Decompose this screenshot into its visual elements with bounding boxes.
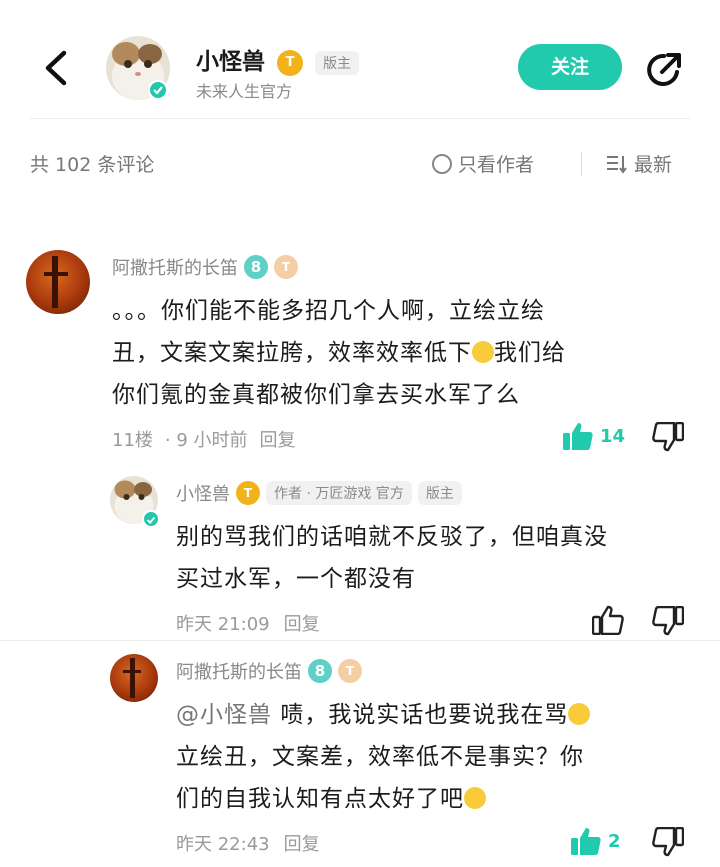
level-badge: T bbox=[277, 49, 304, 76]
only-author-label: 只看作者 bbox=[458, 154, 535, 176]
sort-icon bbox=[607, 155, 627, 174]
reply-meta: 昨天 21:09 回复 bbox=[176, 610, 320, 636]
level-8-badge: 8 bbox=[308, 659, 332, 683]
level-badge: T bbox=[236, 481, 260, 505]
thumbs-down-icon[interactable] bbox=[652, 827, 684, 857]
moderator-tag: 版主 bbox=[315, 50, 360, 75]
mention-link[interactable]: @小怪兽 bbox=[176, 702, 272, 728]
reply-line-part: 啧，我说实话也要说我在骂 bbox=[280, 702, 569, 728]
thumbs-up-icon[interactable] bbox=[592, 605, 624, 635]
reply-author-name[interactable]: 阿撒托斯的长笛 bbox=[176, 658, 302, 684]
reply-author-name[interactable]: 小怪兽 bbox=[176, 480, 230, 506]
moderator-tag: 版主 bbox=[417, 481, 462, 505]
reply-line: 们的自我认知有点太好了吧 bbox=[176, 778, 696, 820]
commenter-avatar[interactable] bbox=[26, 250, 90, 314]
thumbs-down-icon[interactable] bbox=[652, 606, 684, 636]
divider bbox=[581, 152, 582, 176]
reply-line-part: 们的自我认知有点太好了吧 bbox=[176, 786, 464, 812]
comment-count: 共 102 条评论 bbox=[30, 154, 155, 176]
like-count: 14 bbox=[600, 425, 626, 447]
page-title[interactable]: 小怪兽 T 版主 bbox=[196, 42, 360, 76]
reply-line: 买过水军，一个都没有 bbox=[176, 566, 416, 592]
like-count: 2 bbox=[608, 830, 621, 852]
reply-text: 别的骂我们的话咱就不反驳了，但咱真没 买过水军，一个都没有 bbox=[176, 516, 696, 600]
like-button[interactable]: 14 bbox=[562, 421, 625, 451]
timestamp: 昨天 22:43 bbox=[176, 834, 270, 855]
floor-number: 11楼 bbox=[112, 430, 153, 451]
reply-button[interactable]: 回复 bbox=[260, 426, 296, 452]
author-tag: 作者 · 万匠游戏 官方 bbox=[266, 481, 412, 505]
t-badge: T bbox=[338, 659, 362, 683]
reply-name-row: 小怪兽 T 作者 · 万匠游戏 官方 版主 bbox=[176, 480, 462, 506]
back-arrow-icon[interactable] bbox=[40, 50, 70, 86]
comment-meta: 11楼 · 9 小时前 回复 bbox=[112, 426, 296, 452]
reply-line: @小怪兽 啧，我说实话也要说我在骂 bbox=[176, 694, 696, 736]
crying-emoji-icon bbox=[464, 786, 486, 809]
comment-line-part: 我们给 bbox=[494, 340, 566, 366]
like-button[interactable]: 2 bbox=[570, 826, 621, 856]
author-name: 小怪兽 bbox=[196, 49, 265, 75]
timestamp: · 9 小时前 bbox=[164, 430, 248, 451]
level-8-badge: 8 bbox=[244, 255, 268, 279]
comment-text: 。。。你们能不能多招几个人啊，立绘立绘 丑，文案文案拉胯，效率效率低下 我们给 你… bbox=[112, 290, 702, 416]
emoji-icon bbox=[472, 340, 494, 363]
verified-icon bbox=[148, 80, 168, 100]
reply-divider bbox=[0, 640, 720, 641]
reply-button[interactable]: 回复 bbox=[284, 610, 320, 636]
timestamp: 昨天 21:09 bbox=[176, 614, 270, 635]
header-divider bbox=[30, 118, 690, 119]
only-author-toggle[interactable]: 只看作者 bbox=[432, 150, 534, 177]
t-badge: T bbox=[274, 255, 298, 279]
author-subtitle: 未来人生官方 bbox=[196, 82, 293, 101]
thumbs-up-icon bbox=[571, 828, 601, 855]
reply-line: 立绘丑，文案差，效率低不是事实？你 bbox=[176, 744, 584, 770]
follow-button[interactable]: 关注 bbox=[518, 44, 622, 90]
commenter-name-row: 阿撒托斯的长笛 8 T bbox=[112, 254, 298, 280]
reply-button[interactable]: 回复 bbox=[284, 830, 320, 856]
thumbs-down-icon[interactable] bbox=[652, 422, 684, 452]
radio-circle-icon bbox=[432, 153, 452, 174]
comment-line-part: 丑，文案文案拉胯，效率效率低下 bbox=[112, 340, 472, 366]
comment-line: 丑，文案文案拉胯，效率效率低下 我们给 bbox=[112, 332, 702, 374]
sort-toggle[interactable]: 最新 bbox=[606, 150, 672, 177]
thumbs-up-icon bbox=[563, 423, 593, 450]
share-icon[interactable] bbox=[644, 50, 684, 90]
reply-avatar[interactable] bbox=[110, 654, 158, 702]
commenter-name[interactable]: 阿撒托斯的长笛 bbox=[112, 254, 238, 280]
reply-meta: 昨天 22:43 回复 bbox=[176, 830, 320, 856]
reply-name-row: 阿撒托斯的长笛 8 T bbox=[176, 658, 362, 684]
verified-icon bbox=[142, 510, 160, 528]
reply-text: @小怪兽 啧，我说实话也要说我在骂 立绘丑，文案差，效率低不是事实？你 们的自我… bbox=[176, 694, 696, 820]
sort-label: 最新 bbox=[634, 154, 673, 176]
comment-line: 你们氪的金真都被你们拿去买水军了么 bbox=[112, 382, 520, 408]
comment-line: 。。。你们能不能多招几个人啊，立绘立绘 bbox=[112, 298, 545, 324]
crying-emoji-icon bbox=[568, 702, 591, 725]
reply-line: 别的骂我们的话咱就不反驳了，但咱真没 bbox=[176, 524, 608, 550]
